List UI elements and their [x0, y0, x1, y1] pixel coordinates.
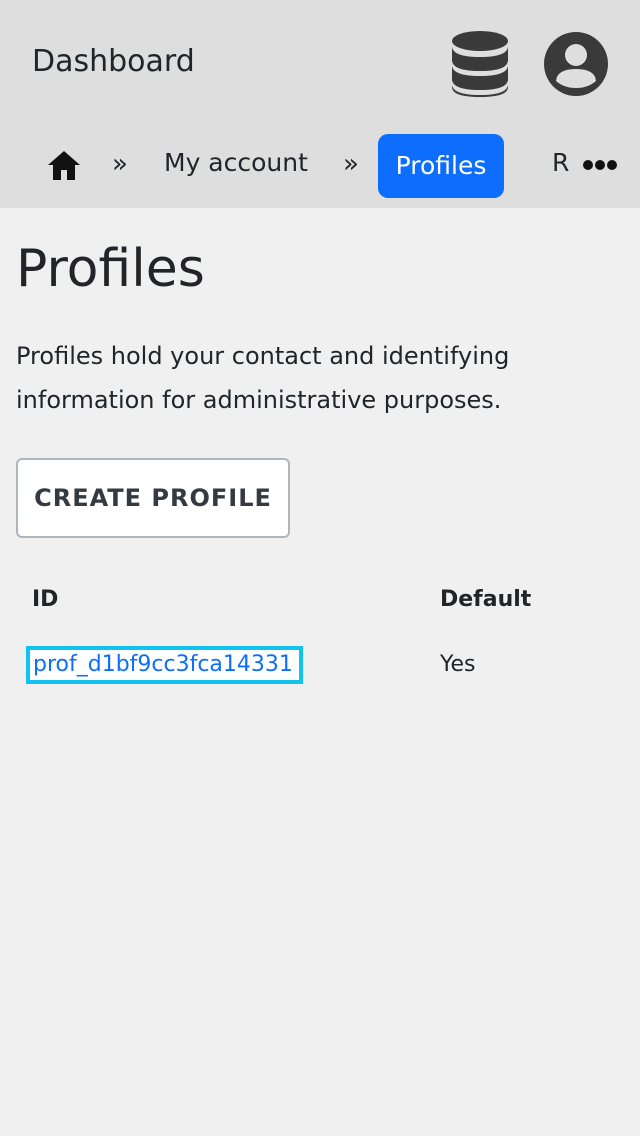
breadcrumb: » My account » Profiles R [0, 130, 640, 202]
profile-id-link[interactable]: prof_d1bf9cc3fca14331 [26, 646, 303, 684]
account-circle-icon[interactable] [543, 31, 609, 97]
breadcrumb-truncated-item[interactable]: R [552, 148, 572, 178]
home-icon[interactable] [46, 148, 82, 182]
app-header: Dashboard » My account » Profiles R [0, 0, 640, 208]
breadcrumb-my-account[interactable]: My account [164, 148, 308, 178]
breadcrumb-separator: » [112, 149, 128, 179]
page-description: Profiles hold your contact and identifyi… [16, 342, 510, 414]
app-title[interactable]: Dashboard [32, 42, 195, 82]
database-icon[interactable] [450, 30, 510, 98]
page-title: Profiles [16, 239, 205, 299]
column-header-id: ID [32, 587, 59, 612]
profile-default-value: Yes [440, 652, 476, 677]
column-header-default: Default [440, 587, 532, 612]
breadcrumb-separator: » [343, 149, 359, 179]
create-profile-button[interactable]: CREATE PROFILE [16, 458, 290, 538]
breadcrumb-profiles-active[interactable]: Profiles [378, 134, 504, 198]
more-horizontal-icon[interactable] [582, 158, 618, 172]
